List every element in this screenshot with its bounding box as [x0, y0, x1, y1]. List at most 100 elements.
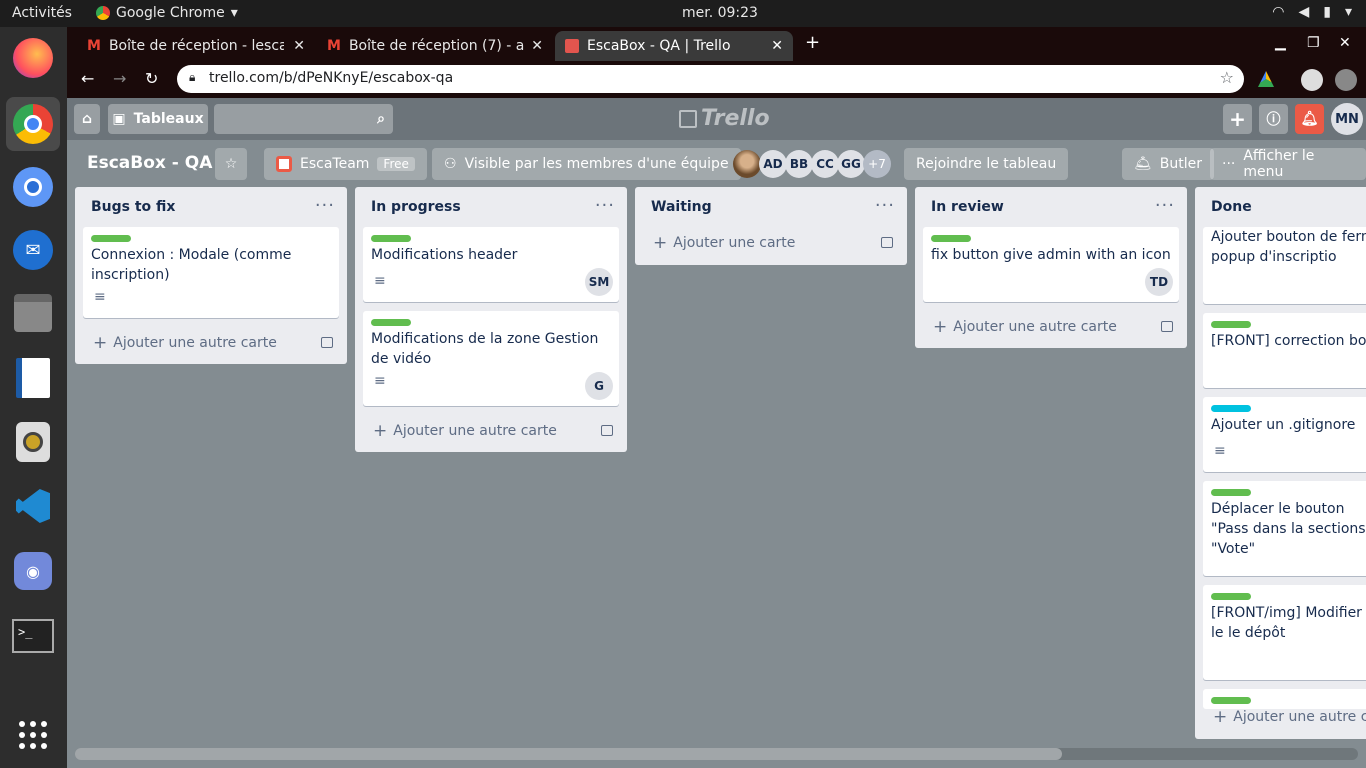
app-menu[interactable]: Google Chrome ▾ [96, 5, 238, 21]
discord-icon[interactable]: ◉ [10, 548, 56, 594]
member-photo-avatar[interactable] [733, 150, 761, 178]
list-in-review[interactable]: In review ··· fix button give admin with… [915, 187, 1187, 348]
list-title[interactable]: Waiting [651, 199, 712, 215]
card[interactable] [1203, 689, 1366, 709]
address-bar[interactable]: 🔒︎ trello.com/b/dPeNKnyE/escabox-qa ☆ [177, 65, 1244, 93]
extension-icon[interactable] [1301, 69, 1323, 91]
card-member-avatar[interactable]: TD [1145, 268, 1173, 296]
thunderbird-icon[interactable]: ✉ [10, 227, 56, 273]
close-icon[interactable]: ✕ [531, 38, 543, 54]
card[interactable]: fix button give admin with an icon TD [923, 227, 1179, 302]
card[interactable]: Déplacer le bouton "Pass dans la section… [1203, 481, 1366, 576]
card-member-avatar[interactable]: G [585, 372, 613, 400]
list-menu-icon[interactable]: ··· [1155, 195, 1175, 216]
search-input[interactable]: ⌕ [214, 104, 393, 134]
card[interactable]: Ajouter bouton de ferme sur le popup d'i… [1203, 227, 1366, 304]
maximize-button[interactable]: ❐ [1307, 35, 1320, 51]
board-title[interactable]: EscaBox - QA [87, 153, 212, 173]
drive-icon[interactable] [1258, 71, 1274, 87]
firefox-icon[interactable] [10, 35, 56, 81]
close-window-button[interactable]: ✕ [1339, 35, 1351, 51]
join-board-button[interactable]: Rejoindre le tableau [904, 148, 1069, 180]
lock-icon: 🔒︎ [189, 70, 196, 84]
list-done[interactable]: Done Ajouter bouton de ferme sur le popu… [1195, 187, 1366, 739]
horizontal-scrollbar[interactable] [75, 748, 1358, 760]
plus-icon: + [933, 317, 948, 337]
info-button[interactable]: ⓘ [1259, 104, 1288, 134]
chrome-icon[interactable] [6, 97, 60, 151]
team-icon [276, 156, 292, 172]
card[interactable]: [FRONT] correction boot [1203, 313, 1366, 388]
clock[interactable]: mer. 09:23 [682, 5, 758, 21]
list-title[interactable]: Done [1211, 199, 1252, 215]
writer-icon[interactable] [10, 355, 56, 401]
add-card-button[interactable]: + Ajouter une autre carte [93, 333, 277, 353]
card[interactable]: Connexion : Modale (comme inscription) ≡ [83, 227, 339, 318]
speaker-icon[interactable] [10, 419, 56, 465]
notifications-button[interactable]: 🔔︎ [1295, 104, 1324, 134]
tab-trello[interactable]: EscaBox - QA | Trello ✕ [555, 31, 793, 61]
list-menu-icon[interactable]: ··· [875, 195, 895, 216]
activities-button[interactable]: Activités [12, 5, 72, 21]
scrollbar-thumb[interactable] [75, 748, 1062, 760]
add-card-button[interactable]: + Ajouter une carte [653, 233, 795, 253]
card[interactable]: Modifications de la zone Gestion de vidé… [363, 311, 619, 406]
more-members-button[interactable]: +7 [863, 150, 891, 178]
trello-page: ⌂ ▣ Tableaux ⌕ Trello + ⓘ 🔔︎ MN EscaBox -… [67, 98, 1366, 768]
files-icon[interactable] [10, 290, 56, 336]
forward-button[interactable]: → [113, 69, 126, 88]
card[interactable]: [FRONT/img] Modifier le le dépôt [1203, 585, 1366, 680]
list-title[interactable]: In review [931, 199, 1004, 215]
team-button[interactable]: EscaTeam Free [264, 148, 427, 180]
add-card-button[interactable]: + Ajouter une autre carte [373, 421, 557, 441]
minimize-button[interactable]: ▁ [1275, 35, 1286, 51]
label-green [371, 235, 411, 242]
trello-icon [565, 39, 579, 53]
reload-button[interactable]: ↻ [145, 69, 158, 88]
close-icon[interactable]: ✕ [771, 38, 783, 54]
vscode-icon[interactable] [10, 483, 56, 529]
card-template-icon[interactable] [601, 425, 613, 436]
card-template-icon[interactable] [321, 337, 333, 348]
list-menu-icon[interactable]: ··· [595, 195, 615, 216]
new-tab-button[interactable]: + [805, 32, 820, 53]
list-menu-icon[interactable]: ··· [315, 195, 335, 216]
add-card-button[interactable]: + Ajouter une autre car [1213, 707, 1366, 727]
trello-logo[interactable]: Trello [679, 106, 770, 131]
butler-button[interactable]: 🛎︎ Butler [1122, 148, 1215, 180]
list-title[interactable]: Bugs to fix [91, 199, 175, 215]
visibility-button[interactable]: ⚇ Visible par les membres d'une équipe [432, 148, 741, 180]
board-header: EscaBox - QA ☆ EscaTeam Free ⚇ Visible p… [67, 140, 1366, 186]
member-avatar[interactable]: GG [837, 150, 865, 178]
list-title[interactable]: In progress [371, 199, 461, 215]
boards-button[interactable]: ▣ Tableaux [108, 104, 208, 134]
card[interactable]: Ajouter un .gitignore ≡ [1203, 397, 1366, 472]
card-template-icon[interactable] [1161, 321, 1173, 332]
star-icon: ☆ [224, 156, 238, 172]
tab-gmail-2[interactable]: M Boîte de réception (7) - am ✕ [317, 31, 553, 61]
show-apps-icon[interactable] [10, 712, 56, 758]
list-in-progress[interactable]: In progress ··· Modifications header ≡ S… [355, 187, 627, 452]
terminal-icon[interactable]: >_ [10, 613, 56, 659]
show-menu-button[interactable]: ··· Afficher le menu [1210, 148, 1366, 180]
card-member-avatar[interactable]: SM [585, 268, 613, 296]
star-board-button[interactable]: ☆ [215, 148, 247, 180]
system-tray[interactable]: ◠ ◀ ▮ ▾ [1272, 4, 1352, 20]
close-icon[interactable]: ✕ [293, 38, 305, 54]
list-bugs-to-fix[interactable]: Bugs to fix ··· Connexion : Modale (comm… [75, 187, 347, 364]
member-avatar[interactable]: AD [759, 150, 787, 178]
member-avatar[interactable]: CC [811, 150, 839, 178]
home-button[interactable]: ⌂ [74, 104, 100, 134]
add-card-button[interactable]: + Ajouter une autre carte [933, 317, 1117, 337]
profile-avatar[interactable] [1335, 69, 1357, 91]
star-icon[interactable]: ☆ [1220, 68, 1234, 87]
chromium-icon[interactable] [10, 164, 56, 210]
back-button[interactable]: ← [81, 69, 94, 88]
member-avatar[interactable]: BB [785, 150, 813, 178]
member-avatar[interactable]: MN [1331, 103, 1363, 135]
card-template-icon[interactable] [881, 237, 893, 248]
tab-gmail-1[interactable]: M Boîte de réception - lescac ✕ [77, 31, 315, 61]
create-button[interactable]: + [1223, 104, 1252, 134]
list-waiting[interactable]: Waiting ··· + Ajouter une carte [635, 187, 907, 265]
card[interactable]: Modifications header ≡ SM [363, 227, 619, 302]
